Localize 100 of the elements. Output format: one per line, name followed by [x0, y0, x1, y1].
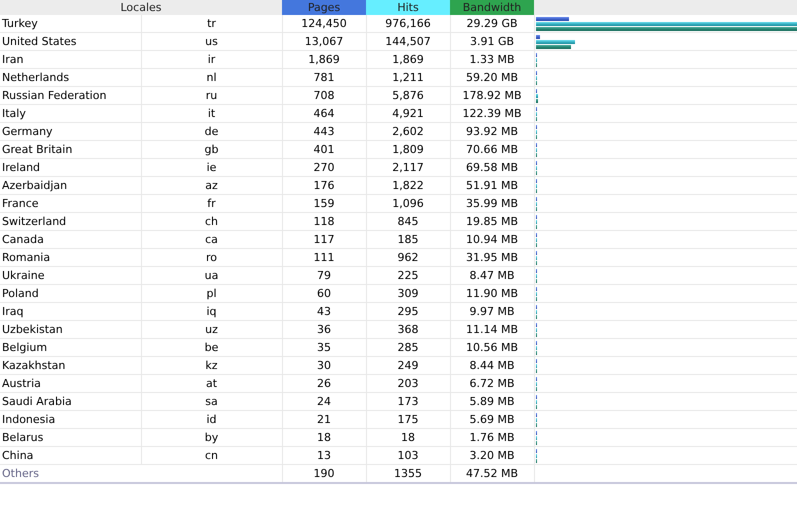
pages-count: 124,450: [282, 15, 366, 32]
country-name: Ireland: [0, 158, 141, 176]
country-code: ca: [141, 230, 282, 248]
country-name: Iraq: [0, 302, 141, 320]
country-code: ir: [141, 50, 282, 68]
hits-count: 1,869: [366, 50, 450, 68]
pages-count: 13,067: [282, 32, 366, 50]
bandwidth-amount: 8.47 MB: [450, 266, 534, 284]
country-name: Ukraine: [0, 266, 141, 284]
pages-count: 24: [282, 392, 366, 410]
pages-count: 443: [282, 122, 366, 140]
pages-count: 21: [282, 410, 366, 428]
bandwidth-amount: 8.44 MB: [450, 356, 534, 374]
hits-count: 2,117: [366, 158, 450, 176]
hits-count: 1,809: [366, 140, 450, 158]
hits-count: 976,166: [366, 15, 450, 32]
bandwidth-amount: 35.99 MB: [450, 194, 534, 212]
country-code: ch: [141, 212, 282, 230]
country-code: pl: [141, 284, 282, 302]
hits-count: 103: [366, 446, 450, 464]
pages-count: 270: [282, 158, 366, 176]
bandwidth-amount: 1.33 MB: [450, 50, 534, 68]
column-header: Bandwidth: [450, 0, 534, 15]
hits-count: 1,822: [366, 176, 450, 194]
country-code: nl: [141, 68, 282, 86]
bandwidth-amount: 5.69 MB: [450, 410, 534, 428]
country-name: China: [0, 446, 141, 464]
country-name: Uzbekistan: [0, 320, 141, 338]
hits-count: 225: [366, 266, 450, 284]
hits-count: 962: [366, 248, 450, 266]
country-name: Austria: [0, 374, 141, 392]
column-header: Hits: [366, 0, 450, 15]
hits-count: 249: [366, 356, 450, 374]
pages-count: 781: [282, 68, 366, 86]
country-code: de: [141, 122, 282, 140]
country-code: az: [141, 176, 282, 194]
hits-count: 285: [366, 338, 450, 356]
pages-count: 36: [282, 320, 366, 338]
hits-count: 185: [366, 230, 450, 248]
pages-count: 13: [282, 446, 366, 464]
bandwidth-amount: 178.92 MB: [450, 86, 534, 104]
pages-count: 35: [282, 338, 366, 356]
hits-count: 2,602: [366, 122, 450, 140]
country-name: Russian Federation: [0, 86, 141, 104]
others-label: Others: [0, 464, 282, 483]
bandwidth-amount: 9.97 MB: [450, 302, 534, 320]
country-name: Turkey: [0, 15, 141, 32]
hits-count: 144,507: [366, 32, 450, 50]
country-code: be: [141, 338, 282, 356]
pages-count: 79: [282, 266, 366, 284]
country-name: Italy: [0, 104, 141, 122]
country-name: Saudi Arabia: [0, 392, 141, 410]
bandwidth-amount: 51.91 MB: [450, 176, 534, 194]
bandwidth-amount: 11.14 MB: [450, 320, 534, 338]
hits-count: 18: [366, 428, 450, 446]
hits-count: 175: [366, 410, 450, 428]
bandwidth-amount: 69.58 MB: [450, 158, 534, 176]
pages-count: 118: [282, 212, 366, 230]
country-name: Belarus: [0, 428, 141, 446]
country-code: by: [141, 428, 282, 446]
country-code: gb: [141, 140, 282, 158]
country-code: ie: [141, 158, 282, 176]
country-code: iq: [141, 302, 282, 320]
hits-count: 1,211: [366, 68, 450, 86]
country-code: us: [141, 32, 282, 50]
pages-count: 176: [282, 176, 366, 194]
country-name: Romania: [0, 248, 141, 266]
country-code: sa: [141, 392, 282, 410]
country-code: id: [141, 410, 282, 428]
bandwidth-amount: 3.20 MB: [450, 446, 534, 464]
country-name: Kazakhstan: [0, 356, 141, 374]
bandwidth-amount: 1.76 MB: [450, 428, 534, 446]
country-name: Great Britain: [0, 140, 141, 158]
hits-count: 173: [366, 392, 450, 410]
bandwidth-amount: 10.94 MB: [450, 230, 534, 248]
country-name: Azerbaidjan: [0, 176, 141, 194]
bandwidth-amount: 47.52 MB: [450, 464, 534, 483]
country-name: Netherlands: [0, 68, 141, 86]
country-name: United States: [0, 32, 141, 50]
bandwidth-amount: 11.90 MB: [450, 284, 534, 302]
country-code: ua: [141, 266, 282, 284]
pages-count: 111: [282, 248, 366, 266]
bandwidth-amount: 19.85 MB: [450, 212, 534, 230]
country-name: Indonesia: [0, 410, 141, 428]
bandwidth-amount: 93.92 MB: [450, 122, 534, 140]
pages-count: 117: [282, 230, 366, 248]
country-name: France: [0, 194, 141, 212]
hits-count: 309: [366, 284, 450, 302]
hits-count: 4,921: [366, 104, 450, 122]
country-name: Germany: [0, 122, 141, 140]
column-header: Pages: [282, 0, 366, 15]
country-code: it: [141, 104, 282, 122]
pages-count: 464: [282, 104, 366, 122]
bandwidth-amount: 10.56 MB: [450, 338, 534, 356]
pages-count: 30: [282, 356, 366, 374]
hits-count: 5,876: [366, 86, 450, 104]
hits-count: 295: [366, 302, 450, 320]
country-code: at: [141, 374, 282, 392]
bandwidth-amount: 122.39 MB: [450, 104, 534, 122]
country-code: kz: [141, 356, 282, 374]
